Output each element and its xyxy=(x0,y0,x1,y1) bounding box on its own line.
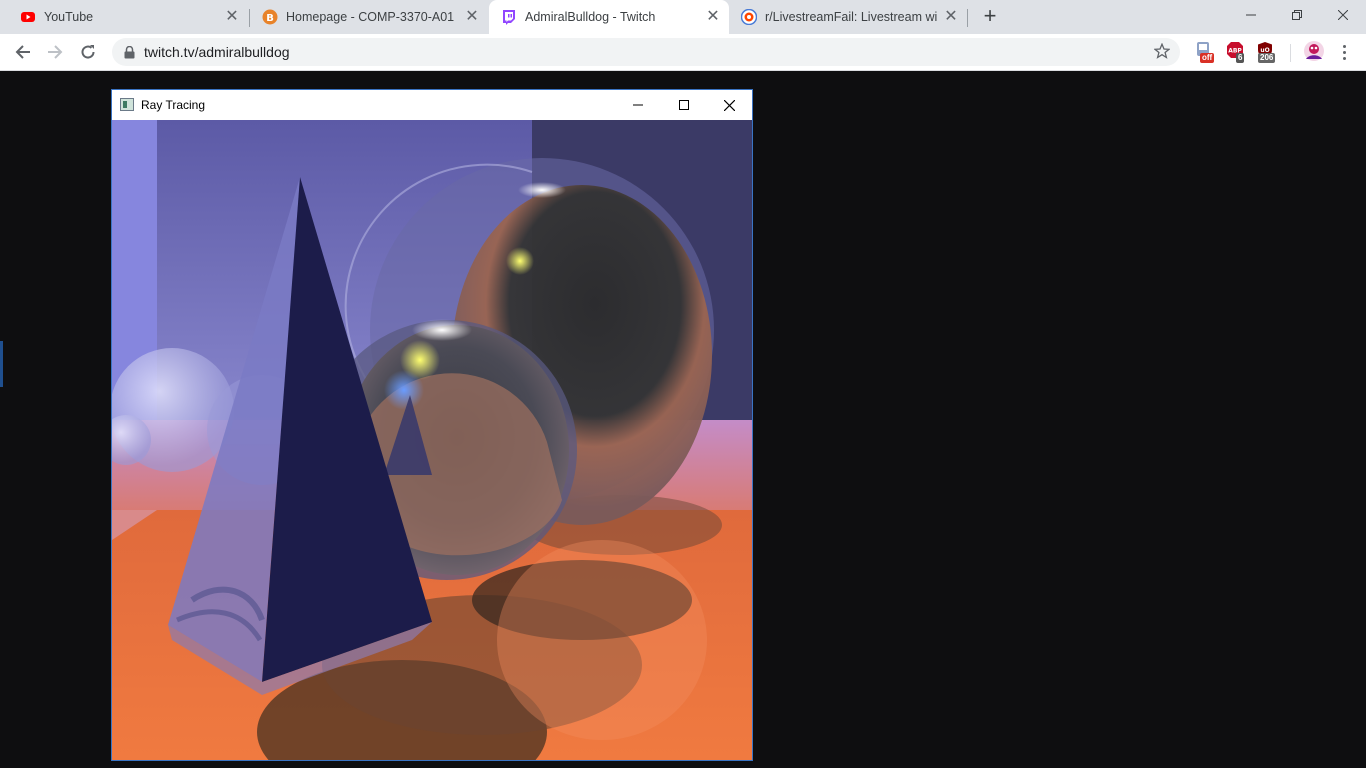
extension-badge: off xyxy=(1200,53,1215,63)
forward-button[interactable] xyxy=(42,39,68,65)
close-window-button[interactable] xyxy=(1320,0,1366,30)
restore-button[interactable] xyxy=(1274,0,1320,30)
tab-strip: YouTube ✕ B Homepage - COMP-3370-A01 - (… xyxy=(0,0,1366,34)
back-button[interactable] xyxy=(10,39,36,65)
close-icon xyxy=(723,99,735,111)
reddit-icon xyxy=(740,8,758,26)
window-titlebar[interactable]: Ray Tracing xyxy=(112,90,752,120)
minimize-icon xyxy=(633,104,643,106)
toolbar-divider xyxy=(1290,44,1291,62)
chrome-menu-icon[interactable] xyxy=(1334,40,1354,64)
adblock-plus-icon[interactable]: ABP 6 xyxy=(1226,41,1248,63)
twitch-icon xyxy=(501,9,517,25)
close-icon[interactable]: ✕ xyxy=(943,9,959,25)
bookmark-star-icon[interactable] xyxy=(1153,42,1171,64)
minimize-button[interactable] xyxy=(1228,0,1274,30)
tab-title: r/LivestreamFail: Livestream wins xyxy=(765,10,937,24)
window-title: Ray Tracing xyxy=(141,98,206,112)
tab-reddit[interactable]: r/LivestreamFail: Livestream wins ✕ xyxy=(729,0,967,34)
address-bar[interactable]: twitch.tv/admiralbulldog xyxy=(112,38,1180,66)
app-close-button[interactable] xyxy=(706,90,752,120)
sidebar-edge xyxy=(0,341,3,387)
reload-button[interactable] xyxy=(75,39,101,65)
close-icon[interactable]: ✕ xyxy=(224,9,240,25)
tab-title: Homepage - COMP-3370-A01 - ( xyxy=(286,10,458,24)
lock-icon[interactable] xyxy=(124,45,135,64)
reload-icon xyxy=(81,45,95,59)
ublock-origin-icon[interactable]: uO 206 xyxy=(1256,41,1278,63)
url-text[interactable]: twitch.tv/admiralbulldog xyxy=(144,44,290,60)
youtube-icon xyxy=(20,9,36,25)
ray-traced-render xyxy=(112,120,752,760)
profile-avatar-icon[interactable] xyxy=(1303,40,1325,62)
browser-toolbar: twitch.tv/admiralbulldog off ABP 6 uO 20… xyxy=(0,34,1366,71)
app-icon xyxy=(120,98,134,111)
tab-title: YouTube xyxy=(44,10,94,24)
back-arrow-icon xyxy=(15,45,30,59)
tab-title: AdmiralBulldog - Twitch xyxy=(525,10,656,24)
maximize-icon xyxy=(679,100,689,110)
close-icon[interactable]: ✕ xyxy=(705,9,721,25)
new-tab-button[interactable]: + xyxy=(978,5,1002,29)
course-icon: B xyxy=(262,9,278,25)
app-maximize-button[interactable] xyxy=(661,90,707,120)
close-icon[interactable]: ✕ xyxy=(464,9,480,25)
tab-divider xyxy=(967,9,968,27)
extension-toggle-icon[interactable]: off xyxy=(1195,41,1217,63)
adblock-badge: 6 xyxy=(1236,53,1245,63)
app-minimize-button[interactable] xyxy=(615,90,661,120)
tab-course[interactable]: B Homepage - COMP-3370-A01 - ( ✕ xyxy=(250,0,488,34)
svg-text:B: B xyxy=(266,13,274,24)
ublock-badge: 206 xyxy=(1258,53,1276,63)
forward-arrow-icon xyxy=(48,45,63,59)
render-canvas xyxy=(112,120,752,760)
tab-youtube[interactable]: YouTube ✕ xyxy=(8,0,248,34)
ray-tracing-window[interactable]: Ray Tracing xyxy=(111,89,753,761)
tab-twitch[interactable]: AdmiralBulldog - Twitch ✕ xyxy=(489,0,729,34)
